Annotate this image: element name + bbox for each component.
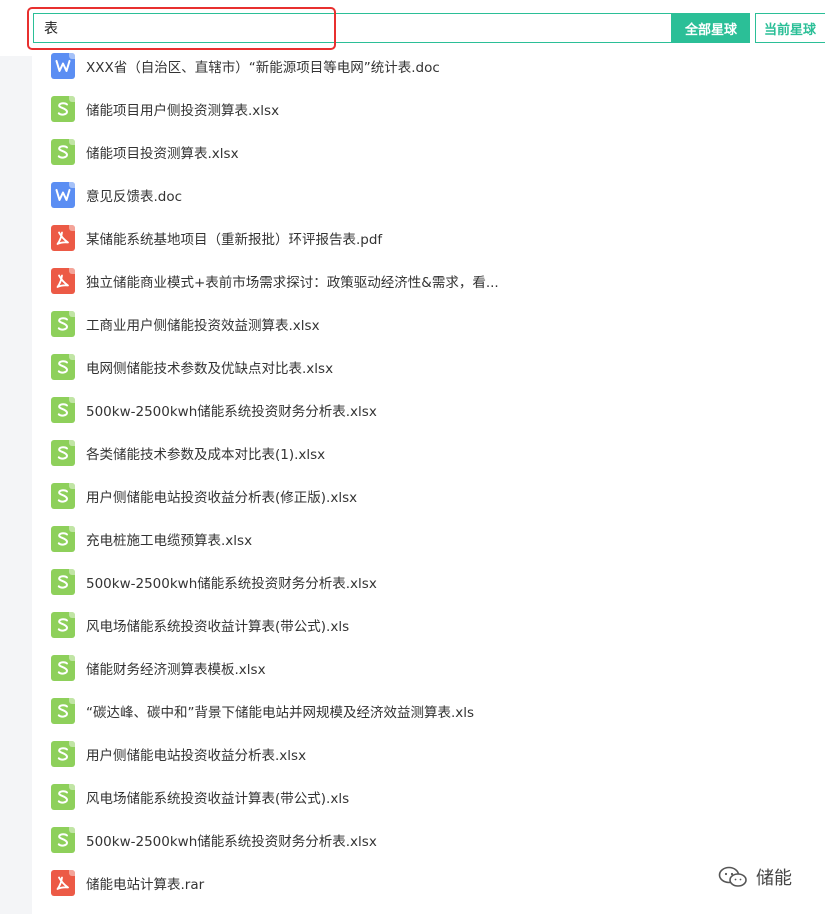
spreadsheet-file-icon <box>51 396 75 423</box>
file-row[interactable]: 风电场储能系统投资收益计算表(带公式).xls <box>32 603 825 646</box>
file-row[interactable]: 500kw-2500kwh储能系统投资财务分析表.xlsx <box>32 560 825 603</box>
pdf-file-icon <box>51 224 75 251</box>
file-row[interactable]: 储能电站计算表.rar <box>32 861 825 904</box>
spreadsheet-file-icon <box>51 95 75 122</box>
file-row[interactable]: 风电场储能系统投资收益计算表(带公式).xls <box>32 775 825 818</box>
file-row[interactable]: 意见反馈表.doc <box>32 173 825 216</box>
file-name[interactable]: 储能项目投资测算表.xlsx <box>86 142 239 162</box>
watermark: 储能 <box>718 862 792 892</box>
file-name[interactable]: 500kw-2500kwh储能系统投资财务分析表.xlsx <box>86 400 377 420</box>
spreadsheet-file-icon <box>51 654 75 681</box>
spreadsheet-file-icon <box>51 525 75 552</box>
pdf-file-icon <box>51 267 75 294</box>
all-planets-button[interactable]: 全部星球 <box>672 13 750 43</box>
spreadsheet-file-icon <box>51 482 75 509</box>
results-panel: XXX省（自治区、直辖市）“新能源项目等电网”统计表.doc 储能项目用户侧投资测… <box>32 52 825 914</box>
word-document-file-icon <box>51 52 75 79</box>
file-row[interactable]: 储能项目用户侧投资测算表.xlsx <box>32 87 825 130</box>
spreadsheet-file-icon <box>51 138 75 165</box>
spreadsheet-file-icon <box>51 740 75 767</box>
file-row[interactable]: 500kw-2500kwh储能系统投资财务分析表.xlsx <box>32 818 825 861</box>
file-name[interactable]: 独立储能商业模式+表前市场需求探讨：政策驱动经济性&需求，看... <box>86 271 499 291</box>
file-row[interactable]: 500kw-2500kwh储能系统投资财务分析表.xlsx <box>32 388 825 431</box>
file-name[interactable]: 各类储能技术参数及成本对比表(1).xlsx <box>86 443 325 463</box>
file-row[interactable]: 独立储能商业模式+表前市场需求探讨：政策驱动经济性&需求，看... <box>32 259 825 302</box>
spreadsheet-file-icon <box>51 310 75 337</box>
file-row[interactable]: 工商业用户侧储能投资效益测算表.xlsx <box>32 302 825 345</box>
spreadsheet-file-icon <box>51 611 75 638</box>
spreadsheet-file-icon <box>51 826 75 853</box>
file-name[interactable]: 意见反馈表.doc <box>86 185 182 205</box>
search-box[interactable] <box>33 13 672 43</box>
file-row[interactable]: XXX省（自治区、直辖市）“新能源项目等电网”统计表.doc <box>32 44 825 87</box>
file-name[interactable]: 用户侧储能电站投资收益分析表.xlsx <box>86 744 306 764</box>
file-row[interactable]: 充电桩施工电缆预算表.xlsx <box>32 517 825 560</box>
file-name[interactable]: 用户侧储能电站投资收益分析表(修正版).xlsx <box>86 486 357 506</box>
file-name[interactable]: 储能项目用户侧投资测算表.xlsx <box>86 99 279 119</box>
file-name[interactable]: 某储能系统基地项目（重新报批）环评报告表.pdf <box>86 228 382 248</box>
word-document-file-icon <box>51 181 75 208</box>
file-name[interactable]: 500kw-2500kwh储能系统投资财务分析表.xlsx <box>86 572 377 592</box>
file-name[interactable]: 充电桩施工电缆预算表.xlsx <box>86 529 252 549</box>
file-row[interactable]: 用户侧储能电站投资收益分析表(修正版).xlsx <box>32 474 825 517</box>
spreadsheet-file-icon <box>51 353 75 380</box>
file-row[interactable]: “碳达峰、碳中和”背景下储能电站并网规模及经济效益测算表.xls <box>32 689 825 732</box>
spreadsheet-file-icon <box>51 697 75 724</box>
file-name[interactable]: 储能财务经济测算表模板.xlsx <box>86 658 266 678</box>
watermark-text: 储能 <box>756 868 792 889</box>
search-input[interactable] <box>44 14 644 42</box>
wechat-icon <box>718 866 747 887</box>
file-row[interactable]: 某储能系统基地项目（重新报批）环评报告表.pdf <box>32 216 825 259</box>
file-row[interactable]: 储能项目投资测算表.xlsx <box>32 130 825 173</box>
file-row[interactable]: 用户侧储能电站投资收益分析表.xlsx <box>32 732 825 775</box>
file-name[interactable]: 风电场储能系统投资收益计算表(带公式).xls <box>86 787 349 807</box>
file-name[interactable]: 500kw-2500kwh储能系统投资财务分析表.xlsx <box>86 830 377 850</box>
file-name[interactable]: 储能电站计算表.rar <box>86 873 204 893</box>
file-name[interactable]: 工商业用户侧储能投资效益测算表.xlsx <box>86 314 320 334</box>
pdf-file-icon <box>51 869 75 896</box>
file-row[interactable]: 各类储能技术参数及成本对比表(1).xlsx <box>32 431 825 474</box>
file-row[interactable]: 电网侧储能技术参数及优缺点对比表.xlsx <box>32 345 825 388</box>
file-name[interactable]: XXX省（自治区、直辖市）“新能源项目等电网”统计表.doc <box>86 56 440 76</box>
spreadsheet-file-icon <box>51 568 75 595</box>
current-planet-button[interactable]: 当前星球 <box>755 13 825 43</box>
file-row[interactable]: 储能财务经济测算表模板.xlsx <box>32 646 825 689</box>
file-name[interactable]: 风电场储能系统投资收益计算表(带公式).xls <box>86 615 349 635</box>
spreadsheet-file-icon <box>51 439 75 466</box>
spreadsheet-file-icon <box>51 783 75 810</box>
file-name[interactable]: “碳达峰、碳中和”背景下储能电站并网规模及经济效益测算表.xls <box>86 701 474 721</box>
file-name[interactable]: 电网侧储能技术参数及优缺点对比表.xlsx <box>86 357 333 377</box>
